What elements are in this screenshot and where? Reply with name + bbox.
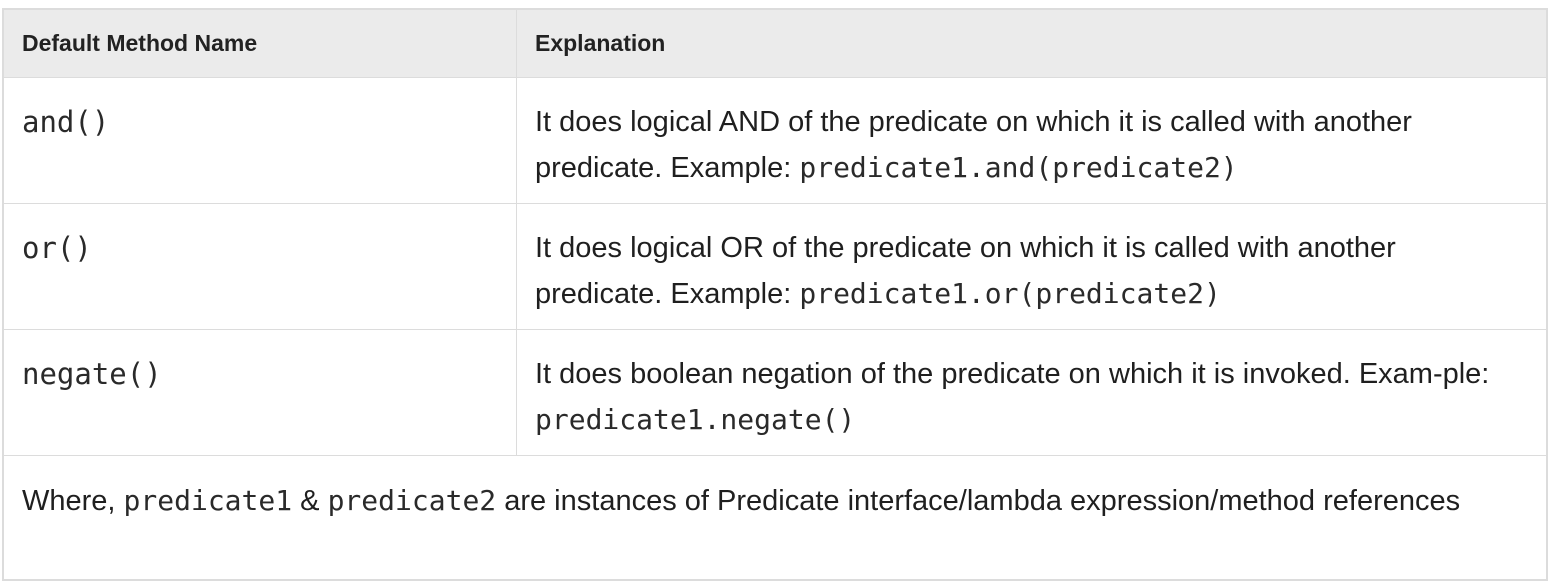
table-header-row: Default Method Name Explanation <box>3 9 1547 78</box>
footer-joiner: & <box>292 485 328 517</box>
table-row: or() It does logical OR of the predicate… <box>3 203 1547 330</box>
method-name-cell: and() <box>3 77 517 204</box>
table-footer-row: Where, predicate1 & predicate2 are insta… <box>3 455 1547 580</box>
footer-suffix: are instances of Predicate interface/lam… <box>496 485 1461 517</box>
table-row: and() It does logical AND of the predica… <box>3 77 1547 204</box>
footer-prefix: Where, <box>22 485 124 517</box>
method-name-cell: or() <box>3 203 517 330</box>
explanation-cell: It does logical AND of the predicate on … <box>516 77 1547 204</box>
method-name-cell: negate() <box>3 329 517 456</box>
column-header-method-name: Default Method Name <box>3 9 517 78</box>
example-code: predicate1.and(predicate2) <box>799 151 1238 184</box>
footer-note: Where, predicate1 & predicate2 are insta… <box>3 455 1547 580</box>
explanation-text: It does boolean negation of the predicat… <box>535 358 1490 390</box>
footer-code-predicate2: predicate2 <box>327 484 497 517</box>
example-code: predicate1.negate() <box>535 403 856 436</box>
default-methods-table: Default Method Name Explanation and() It… <box>3 9 1547 580</box>
example-code: predicate1.or(predicate2) <box>799 277 1221 310</box>
column-header-explanation: Explanation <box>516 9 1547 78</box>
methods-table-container: Default Method Name Explanation and() It… <box>2 8 1548 581</box>
explanation-cell: It does logical OR of the predicate on w… <box>516 203 1547 330</box>
footer-code-predicate1: predicate1 <box>123 484 293 517</box>
table-row: negate() It does boolean negation of the… <box>3 329 1547 456</box>
explanation-cell: It does boolean negation of the predicat… <box>516 329 1547 456</box>
